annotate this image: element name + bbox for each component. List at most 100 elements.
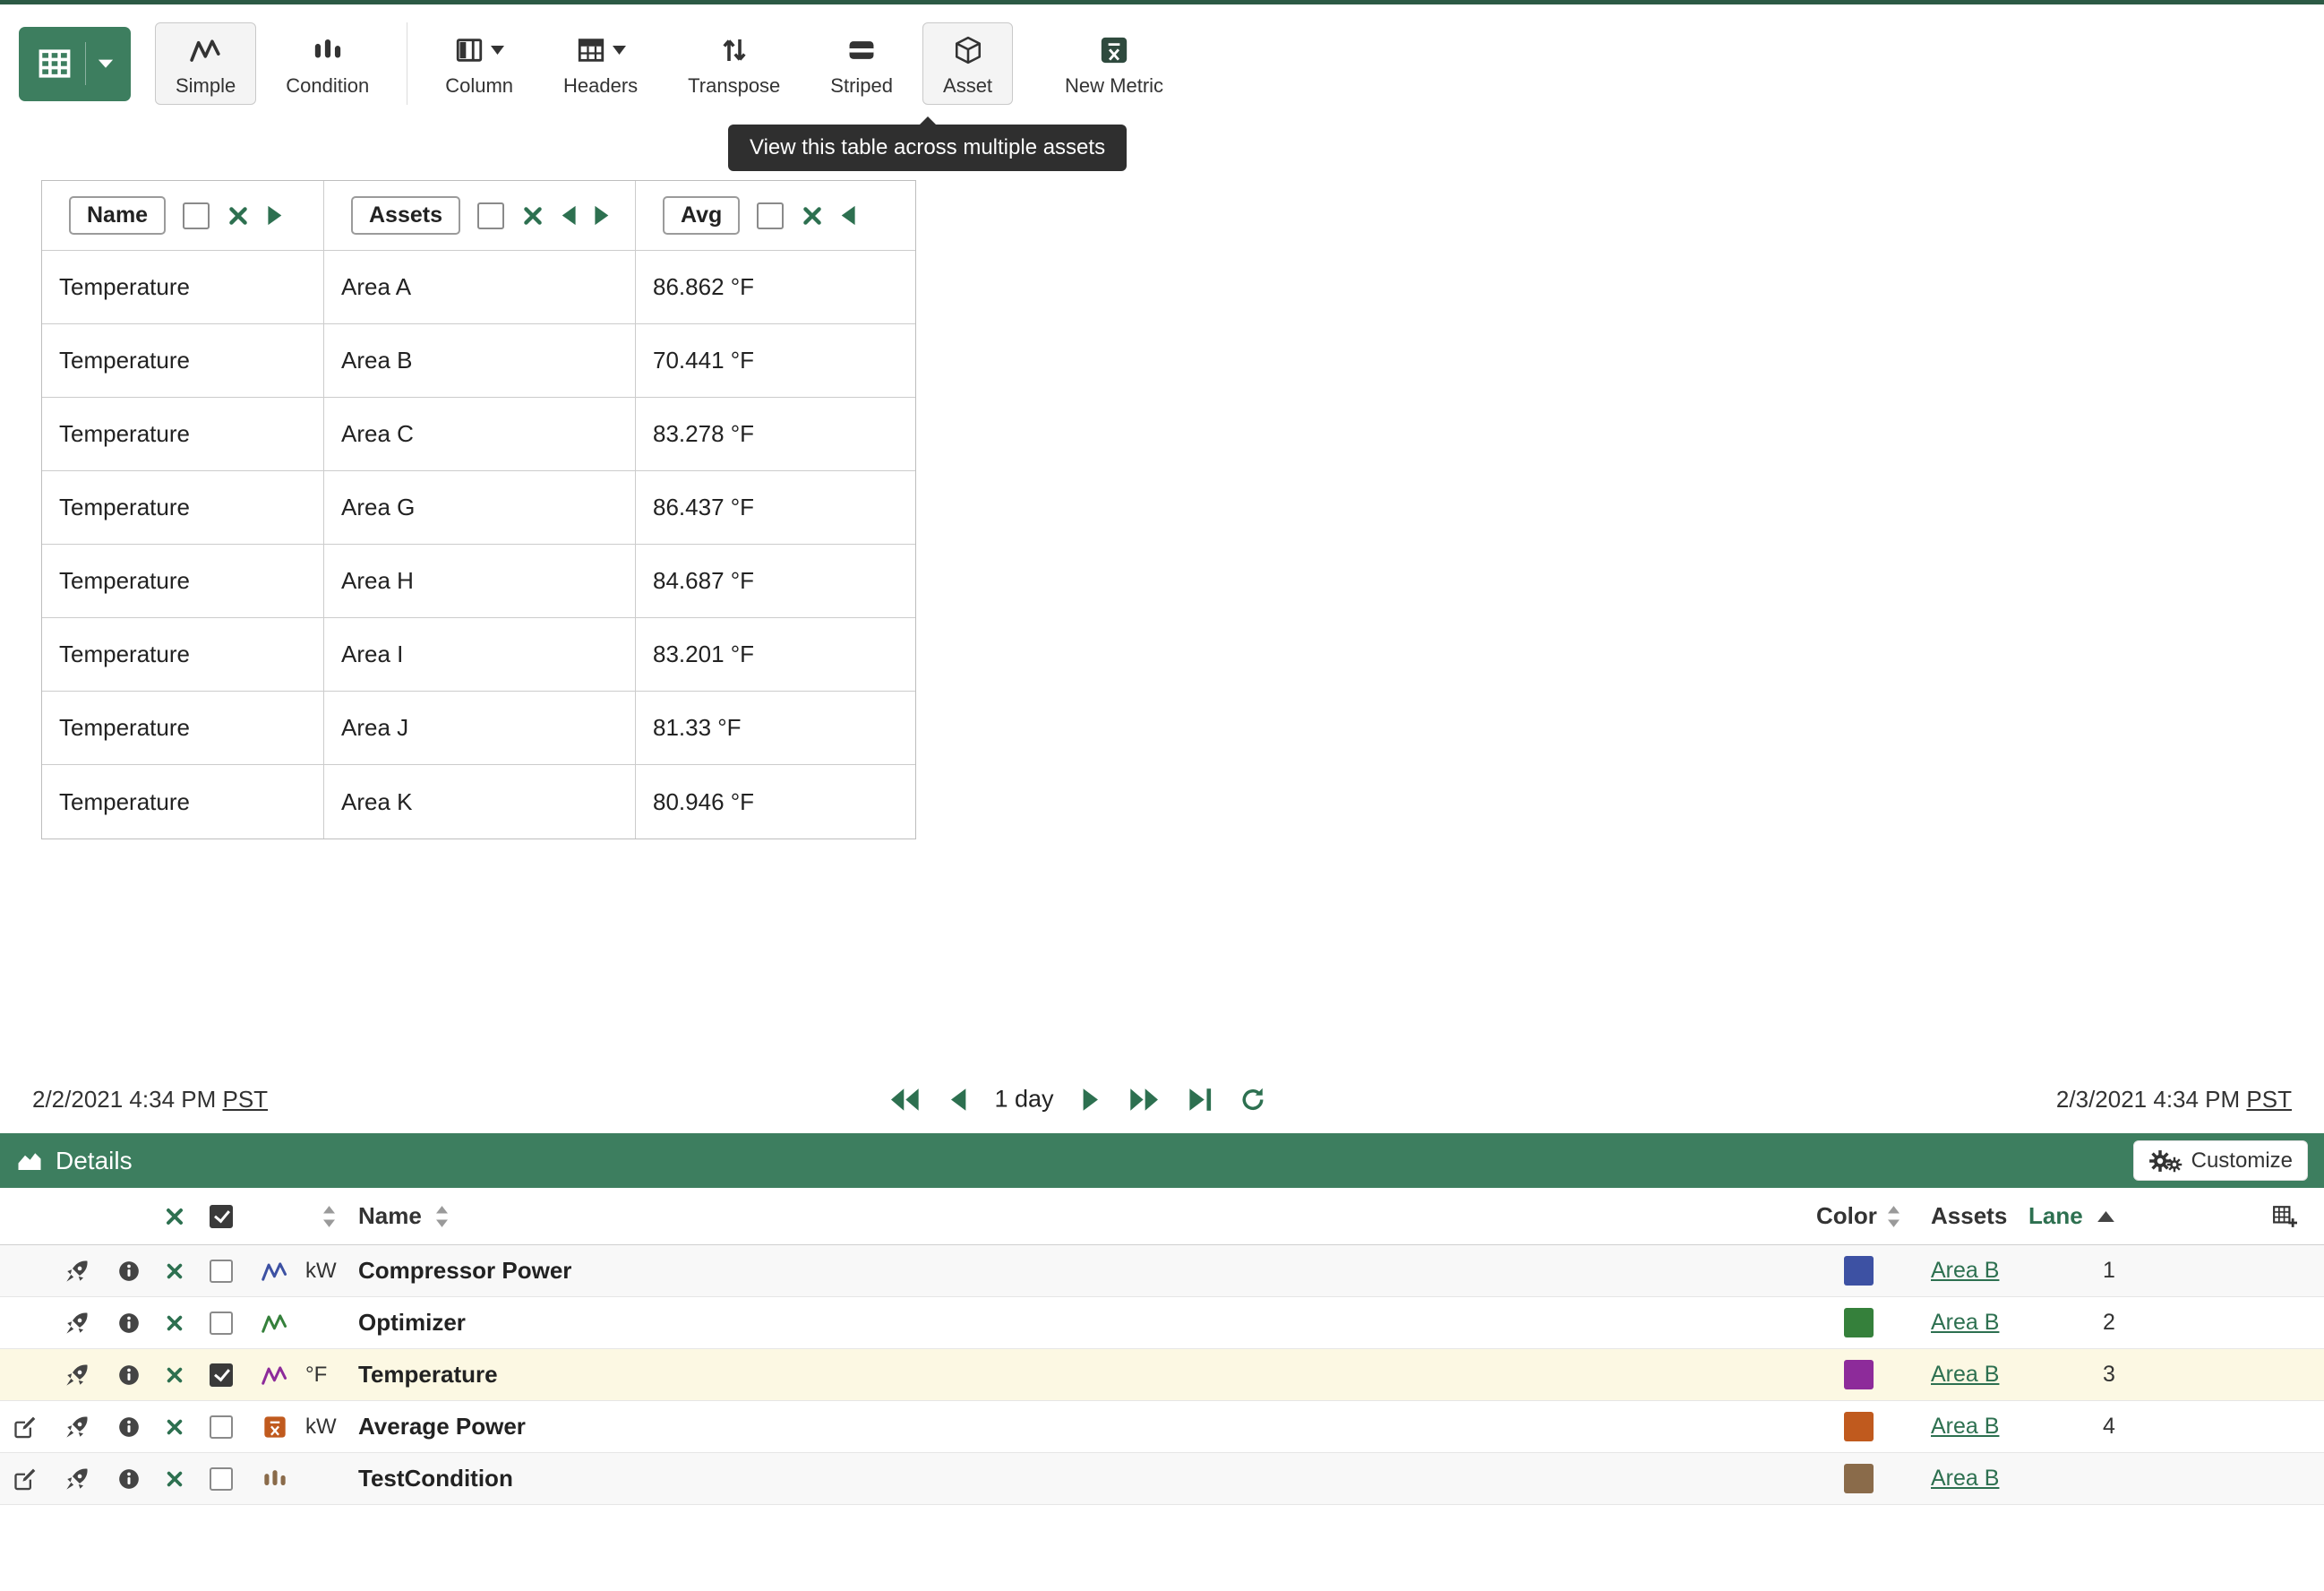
detail-row-compressor-power[interactable]: kW Compressor Power Area B 1: [0, 1245, 2324, 1297]
table-row: Temperature Area B 70.441 °F: [42, 324, 915, 398]
signal-type-icon: [262, 1258, 288, 1285]
asset-link[interactable]: Area B: [1931, 1310, 1999, 1336]
column-assets-button[interactable]: Assets: [351, 196, 460, 235]
investigate-rocket-icon[interactable]: [64, 1311, 90, 1336]
investigate-rocket-icon[interactable]: [64, 1363, 90, 1388]
step-forward-full-icon[interactable]: [1128, 1086, 1161, 1113]
info-icon[interactable]: [117, 1415, 141, 1439]
investigate-rocket-icon[interactable]: [64, 1415, 90, 1440]
cell-name: Temperature: [42, 324, 324, 398]
sort-ascending-icon[interactable]: [2097, 1211, 2114, 1222]
table-row: Temperature Area C 83.278 °F: [42, 398, 915, 471]
detail-row-temperature[interactable]: °F Temperature Area B 3: [0, 1349, 2324, 1401]
cell-avg: 86.862 °F: [636, 251, 915, 324]
move-right-icon[interactable]: [267, 205, 282, 226]
table-view-split-button[interactable]: [19, 27, 131, 101]
toolbar-button-condition[interactable]: Condition: [265, 22, 390, 105]
step-forward-icon[interactable]: [1081, 1086, 1102, 1113]
condition-type-icon: [262, 1466, 287, 1492]
duration-label[interactable]: 1 day: [994, 1086, 1053, 1114]
move-right-icon[interactable]: [594, 205, 609, 226]
remove-column-icon[interactable]: [521, 204, 545, 228]
asset-link[interactable]: Area B: [1931, 1362, 1999, 1388]
header-cell-name: Name: [42, 181, 324, 251]
detail-row-optimizer[interactable]: Optimizer Area B 2: [0, 1297, 2324, 1349]
toolbar-button-new-metric[interactable]: New Metric: [1044, 22, 1184, 105]
headers-icon: [576, 35, 606, 65]
detail-row-testcondition[interactable]: TestCondition Area B: [0, 1453, 2324, 1505]
cell-name: Temperature: [42, 251, 324, 324]
details-table-header: Name Color Assets Lane: [0, 1188, 2324, 1245]
toolbar-button-striped[interactable]: Striped: [810, 22, 913, 105]
range-start-timezone-link[interactable]: PST: [223, 1086, 269, 1113]
remove-item-icon[interactable]: [165, 1313, 184, 1333]
item-checkbox[interactable]: [210, 1415, 233, 1439]
cell-asset: Area I: [324, 618, 636, 692]
cell-avg: 83.201 °F: [636, 618, 915, 692]
color-swatch[interactable]: [1844, 1308, 1874, 1337]
add-to-table-icon[interactable]: [2272, 1204, 2297, 1229]
step-to-end-icon[interactable]: [1188, 1086, 1213, 1113]
investigate-rocket-icon[interactable]: [64, 1259, 90, 1284]
info-icon[interactable]: [117, 1467, 141, 1491]
select-all-checkbox[interactable]: [210, 1205, 233, 1228]
item-checkbox[interactable]: [210, 1312, 233, 1335]
remove-item-icon[interactable]: [165, 1365, 184, 1385]
column-name-button[interactable]: Name: [69, 196, 166, 235]
item-name: TestCondition: [355, 1453, 1809, 1504]
step-back-full-icon[interactable]: [888, 1086, 920, 1113]
item-checkbox[interactable]: [210, 1363, 233, 1387]
asset-link[interactable]: Area B: [1931, 1258, 1999, 1284]
column-avg-button[interactable]: Avg: [663, 196, 740, 235]
info-icon[interactable]: [117, 1312, 141, 1335]
edit-icon[interactable]: [13, 1466, 38, 1492]
item-unit: kW: [303, 1245, 355, 1296]
table-row: Temperature Area J 81.33 °F: [42, 692, 915, 765]
remove-item-icon[interactable]: [165, 1469, 184, 1489]
tooltip-text: View this table across multiple assets: [750, 135, 1105, 159]
sort-color-icon[interactable]: [1886, 1205, 1901, 1228]
color-swatch[interactable]: [1844, 1256, 1874, 1286]
remove-column-icon[interactable]: [227, 204, 250, 228]
investigate-rocket-icon[interactable]: [64, 1466, 90, 1492]
details-column-assets[interactable]: Assets: [1931, 1202, 2007, 1230]
move-left-icon[interactable]: [562, 205, 577, 226]
toolbar-button-simple[interactable]: Simple: [155, 22, 256, 105]
column-assets-checkbox[interactable]: [477, 202, 504, 229]
cell-asset: Area J: [324, 692, 636, 765]
toolbar-label-condition: Condition: [286, 76, 369, 96]
item-checkbox[interactable]: [210, 1260, 233, 1283]
remove-item-icon[interactable]: [165, 1261, 184, 1281]
remove-all-icon[interactable]: [164, 1206, 185, 1227]
auto-update-icon[interactable]: [1239, 1086, 1266, 1113]
customize-button[interactable]: Customize: [2133, 1140, 2308, 1181]
asset-link[interactable]: Area B: [1931, 1466, 1999, 1492]
sort-type-icon[interactable]: [322, 1205, 337, 1228]
details-column-lane[interactable]: Lane: [2028, 1202, 2083, 1230]
color-swatch[interactable]: [1844, 1412, 1874, 1441]
item-checkbox[interactable]: [210, 1467, 233, 1491]
cell-avg: 86.437 °F: [636, 471, 915, 545]
color-swatch[interactable]: [1844, 1464, 1874, 1493]
details-column-name[interactable]: Name: [358, 1202, 422, 1230]
asset-link[interactable]: Area B: [1931, 1414, 1999, 1440]
step-back-icon[interactable]: [947, 1086, 967, 1113]
info-icon[interactable]: [117, 1260, 141, 1283]
remove-item-icon[interactable]: [165, 1417, 184, 1437]
column-name-checkbox[interactable]: [183, 202, 210, 229]
toolbar-button-transpose[interactable]: Transpose: [667, 22, 801, 105]
info-icon[interactable]: [117, 1363, 141, 1387]
color-swatch[interactable]: [1844, 1360, 1874, 1389]
remove-column-icon[interactable]: [801, 204, 824, 228]
sort-name-icon[interactable]: [434, 1205, 450, 1228]
toolbar-button-column[interactable]: Column: [424, 22, 534, 105]
column-avg-checkbox[interactable]: [757, 202, 784, 229]
toolbar-button-asset[interactable]: Asset: [922, 22, 1013, 105]
cell-asset: Area A: [324, 251, 636, 324]
toolbar-button-headers[interactable]: Headers: [543, 22, 658, 105]
detail-row-average-power[interactable]: kW Average Power Area B 4: [0, 1401, 2324, 1453]
edit-icon[interactable]: [13, 1415, 38, 1440]
range-end-timezone-link[interactable]: PST: [2246, 1086, 2292, 1113]
move-left-icon[interactable]: [841, 205, 856, 226]
details-column-color[interactable]: Color: [1816, 1202, 1877, 1230]
